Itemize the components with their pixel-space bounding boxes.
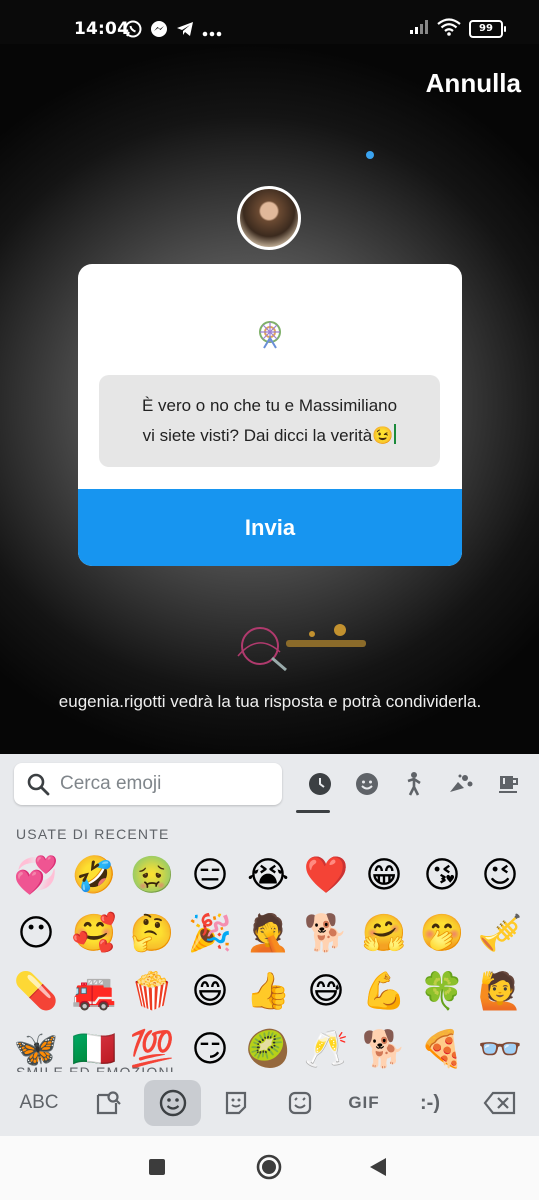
question-text-content: È vero o no che tu e Massimiliano vi sie… (141, 396, 398, 445)
watermark-logo (228, 622, 373, 674)
emoji-key[interactable]: 💞 (7, 847, 65, 905)
emoji-tab-key[interactable] (144, 1080, 201, 1126)
emoji-key[interactable]: 🤭 (413, 905, 471, 963)
emoji-key[interactable]: 😄 (181, 963, 239, 1021)
home-circle-icon (256, 1154, 282, 1180)
home-button[interactable] (256, 1154, 282, 1184)
reply-notice: eugenia.rigotti vedrà la tua risposta e … (58, 692, 482, 711)
abc-key[interactable]: ABC (10, 1080, 68, 1126)
signal-icon (409, 19, 429, 39)
wifi-icon (437, 18, 461, 40)
system-nav-bar (0, 1136, 539, 1200)
active-tab-indicator (296, 810, 330, 813)
profile-avatar (237, 186, 301, 250)
emoji-key[interactable]: 🐕 (297, 905, 355, 963)
story-background: Annulla È vero o no che tu e Massimilian… (0, 44, 539, 754)
emoji-keyboard: Cerca emoji USATE DI RECENTE 💞 🤣 🤢 😑 😭 ❤️ 😁 😘 😉 😶… (0, 754, 539, 1136)
emoji-search-input[interactable]: Cerca emoji (14, 763, 282, 805)
keyboard-bottom-bar: ABC GIF :-) (0, 1074, 539, 1136)
status-time: 14:04 (74, 19, 130, 39)
emoji-key[interactable]: 😉 (471, 847, 529, 905)
emoji-key[interactable]: 🥰 (65, 905, 123, 963)
emoji-key[interactable]: 🤔 (123, 905, 181, 963)
emoji-key[interactable]: 🥂 (297, 1021, 355, 1079)
bitmoji-key[interactable] (272, 1080, 328, 1126)
question-sticker-icon (259, 321, 281, 349)
gif-key[interactable]: GIF (336, 1080, 392, 1126)
tab-recent[interactable] (296, 767, 343, 801)
emoji-key[interactable]: 😶 (7, 905, 65, 963)
emoji-key[interactable]: 🤦 (239, 905, 297, 963)
emoji-key[interactable]: 💊 (7, 963, 65, 1021)
emoji-key[interactable]: 🤣 (65, 847, 123, 905)
emoji-key[interactable]: 🤗 (355, 905, 413, 963)
emoji-key[interactable]: 😑 (181, 847, 239, 905)
emoji-key[interactable]: 🐕 (355, 1021, 413, 1079)
emoji-key[interactable]: 💪 (355, 963, 413, 1021)
emoji-key[interactable]: 🍿 (123, 963, 181, 1021)
tab-people[interactable] (390, 767, 437, 801)
smiley-outline-icon (159, 1089, 186, 1117)
messenger-icon (150, 20, 168, 42)
battery-indicator: 99 (469, 20, 506, 38)
telegram-icon (176, 20, 194, 42)
question-text: È vero o no che tu e Massimiliano vi sie… (142, 391, 397, 451)
search-emoji-icon (96, 1091, 121, 1115)
tab-food[interactable] (484, 767, 531, 801)
recent-section-label: USATE DI RECENTE (16, 826, 170, 842)
emoji-key[interactable]: 😅 (297, 963, 355, 1021)
sticker-icon (225, 1091, 247, 1115)
emoji-key[interactable]: 🚒 (65, 963, 123, 1021)
more-dots-icon (202, 22, 222, 41)
smiley-icon (355, 773, 378, 795)
tab-smileys[interactable] (343, 767, 390, 801)
emoji-key[interactable]: ❤️ (297, 847, 355, 905)
progress-dot (366, 151, 374, 159)
emoji-search-key[interactable] (80, 1080, 136, 1126)
search-icon (27, 773, 50, 796)
cancel-button[interactable]: Annulla (426, 68, 521, 99)
emoji-key[interactable]: 🎺 (471, 905, 529, 963)
back-button[interactable] (370, 1158, 388, 1180)
backspace-key[interactable] (472, 1080, 528, 1126)
status-bar: 14:04 99 (0, 0, 539, 44)
emoji-key[interactable]: 👍 (239, 963, 297, 1021)
send-button[interactable]: Invia (78, 489, 462, 566)
backspace-icon (483, 1091, 516, 1115)
emoji-key[interactable]: 👓 (471, 1021, 529, 1079)
emoji-key[interactable]: 😭 (239, 847, 297, 905)
recent-emoji-grid: 💞 🤣 🤢 😑 😭 ❤️ 😁 😘 😉 😶 🥰 🤔 🎉 🤦 🐕 🤗 🤭 🎺 💊 🚒 🍿 😄 👍 😅 💪 🍀 🙋 🦋 🇮🇹 💯 😏 🥝 🥂 🐕 🍕 👓 (7, 847, 535, 1079)
emoji-key[interactable]: 🤢 (123, 847, 181, 905)
back-triangle-icon (370, 1158, 386, 1176)
clock-icon (308, 773, 331, 795)
emoji-kitchen-key[interactable] (208, 1080, 264, 1126)
bitmoji-icon (288, 1091, 312, 1115)
person-icon (407, 772, 421, 796)
cup-icon (498, 776, 518, 793)
emoticon-key[interactable]: :-) (400, 1080, 460, 1126)
question-bubble[interactable]: È vero o no che tu e Massimiliano vi sie… (99, 375, 440, 467)
text-cursor (394, 424, 397, 444)
emoji-category-tabs (296, 767, 531, 801)
emoji-key[interactable]: 🙋 (471, 963, 529, 1021)
question-card: È vero o no che tu e Massimiliano vi sie… (78, 264, 462, 566)
activity-icon (449, 774, 472, 792)
recents-button[interactable] (149, 1159, 165, 1179)
next-section-label: SMILE ED EMOZIONI (16, 1064, 175, 1072)
emoji-key[interactable]: 🥝 (239, 1021, 297, 1079)
emoji-key[interactable]: 🍀 (413, 963, 471, 1021)
emoji-key[interactable]: 🎉 (181, 905, 239, 963)
whatsapp-icon (124, 20, 142, 42)
square-icon (149, 1159, 165, 1175)
emoji-key[interactable]: 😘 (413, 847, 471, 905)
emoji-search-placeholder: Cerca emoji (60, 773, 162, 794)
emoji-key[interactable]: 😁 (355, 847, 413, 905)
emoji-key[interactable]: 🍕 (413, 1021, 471, 1079)
emoji-key[interactable]: 😏 (181, 1021, 239, 1079)
tab-activities[interactable] (437, 767, 484, 801)
